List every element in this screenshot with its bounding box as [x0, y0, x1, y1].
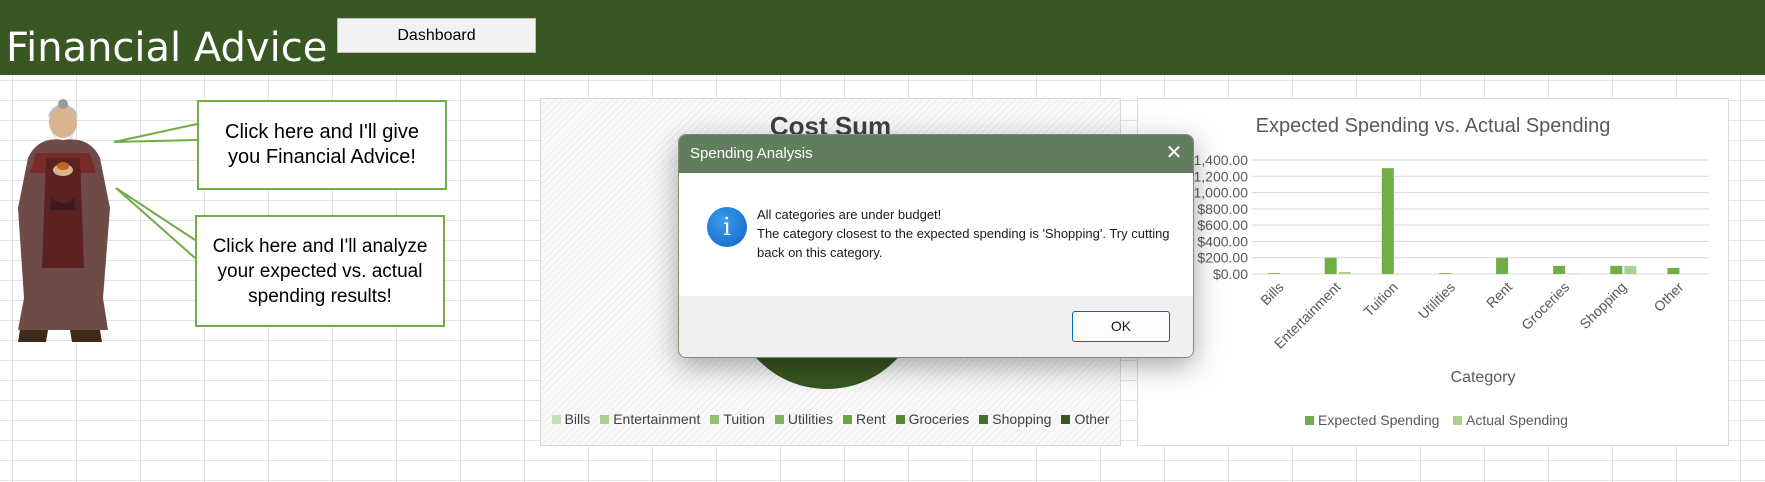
dialog-message-line2: The category closest to the expected spe…	[757, 226, 1170, 260]
pie-legend-item: Groceries	[895, 411, 970, 427]
pie-legend-swatch	[1061, 414, 1071, 424]
legend-label: Expected Spending	[1318, 412, 1439, 428]
dialog-body: i All categories are under budget! The c…	[679, 173, 1193, 298]
pie-legend-item: Utilities	[774, 411, 834, 427]
x-tick-label: Other	[1650, 279, 1686, 315]
bar-actual-spending	[1624, 265, 1637, 274]
pie-legend-label: Utilities	[787, 411, 834, 427]
header-banner: Financial Advice	[0, 0, 1765, 75]
pie-legend-label: Rent	[856, 411, 886, 427]
spending-analysis-dialog: Spending Analysis ✕ i All categories are…	[678, 134, 1194, 358]
y-tick-label: $800.00	[1197, 201, 1248, 217]
dashboard-button[interactable]: Dashboard	[337, 18, 536, 53]
dialog-message-line1: All categories are under budget!	[757, 207, 942, 222]
y-tick-label: $200.00	[1197, 250, 1248, 266]
bar-expected-spending	[1496, 257, 1509, 274]
pie-legend-item: Tuition	[710, 411, 765, 427]
y-tick-label: $0.00	[1213, 266, 1248, 282]
bar-expected-spending	[1553, 265, 1566, 274]
pie-legend-swatch	[895, 414, 905, 424]
bar-actual-spending	[1338, 271, 1351, 274]
pie-legend-item: Entertainment	[600, 411, 700, 427]
analyze-spending-callout[interactable]: Click here and I'll analyze your expecte…	[195, 215, 445, 327]
pie-legend-swatch	[979, 414, 989, 424]
pie-legend-label: Other	[1074, 411, 1110, 427]
analyze-spending-text: Click here and I'll analyze your expecte…	[212, 235, 428, 307]
pie-legend-label: Tuition	[723, 411, 765, 427]
close-icon[interactable]: ✕	[1155, 135, 1193, 173]
x-tick-label: Shopping	[1576, 279, 1629, 332]
ok-button[interactable]: OK	[1072, 311, 1170, 342]
legend-label: Actual Spending	[1466, 412, 1568, 428]
bar-expected-spending	[1267, 273, 1280, 274]
pie-legend-item: Other	[1061, 411, 1109, 427]
x-tick-label: Tuition	[1360, 279, 1401, 320]
bar-chart-title: Expected Spending vs. Actual Spending	[1256, 115, 1611, 137]
bar-expected-spending	[1324, 257, 1337, 274]
y-tick-label: $1,200.00	[1186, 168, 1248, 184]
x-tick-label: Rent	[1483, 279, 1515, 311]
pie-legend-swatch	[710, 414, 720, 424]
bar-expected-spending	[1610, 265, 1623, 274]
page-title: Financial Advice	[6, 25, 328, 71]
pie-legend: Bills Entertainment Tuition Utilities Rent Gr…	[541, 411, 1120, 427]
pie-legend-label: Shopping	[992, 411, 1052, 427]
y-tick-label: $1,000.00	[1186, 185, 1248, 201]
pie-legend-label: Entertainment	[613, 411, 701, 427]
pie-legend-item: Shopping	[979, 411, 1051, 427]
pie-legend-item: Bills	[551, 411, 591, 427]
advisor-character-image	[18, 99, 110, 342]
bar-expected-spending	[1381, 168, 1394, 274]
y-tick-label: $400.00	[1197, 233, 1248, 249]
dialog-titlebar: Spending Analysis ✕	[679, 135, 1193, 173]
y-tick-label: $600.00	[1197, 217, 1248, 233]
pie-legend-swatch	[551, 414, 561, 424]
financial-advice-text: Click here and I'll give you Financial A…	[225, 121, 419, 168]
x-tick-label: Groceries	[1518, 279, 1572, 333]
info-icon: i	[707, 207, 747, 247]
pie-legend-swatch	[843, 414, 853, 424]
pie-legend-swatch	[600, 414, 610, 424]
legend-swatch	[1305, 416, 1314, 425]
pie-legend-label: Bills	[564, 411, 591, 427]
x-tick-label: Bills	[1257, 279, 1286, 308]
dialog-title: Spending Analysis	[690, 145, 813, 162]
pie-legend-label: Groceries	[908, 411, 970, 427]
x-axis-label: Category	[1451, 369, 1516, 386]
dialog-message: All categories are under budget! The cat…	[757, 205, 1173, 262]
y-tick-label: $1,400.00	[1186, 152, 1248, 168]
dialog-footer: OK	[679, 296, 1193, 357]
financial-advice-callout[interactable]: Click here and I'll give you Financial A…	[197, 100, 447, 190]
bar-expected-spending	[1667, 267, 1680, 274]
pie-legend-item: Rent	[843, 411, 886, 427]
bar-chart-svg: Expected Spending vs. Actual Spending $0.…	[1186, 115, 1709, 428]
bar-expected-spending	[1438, 273, 1451, 274]
x-tick-label: Utilities	[1415, 279, 1458, 322]
legend-swatch	[1453, 416, 1462, 425]
pie-legend-swatch	[774, 414, 784, 424]
